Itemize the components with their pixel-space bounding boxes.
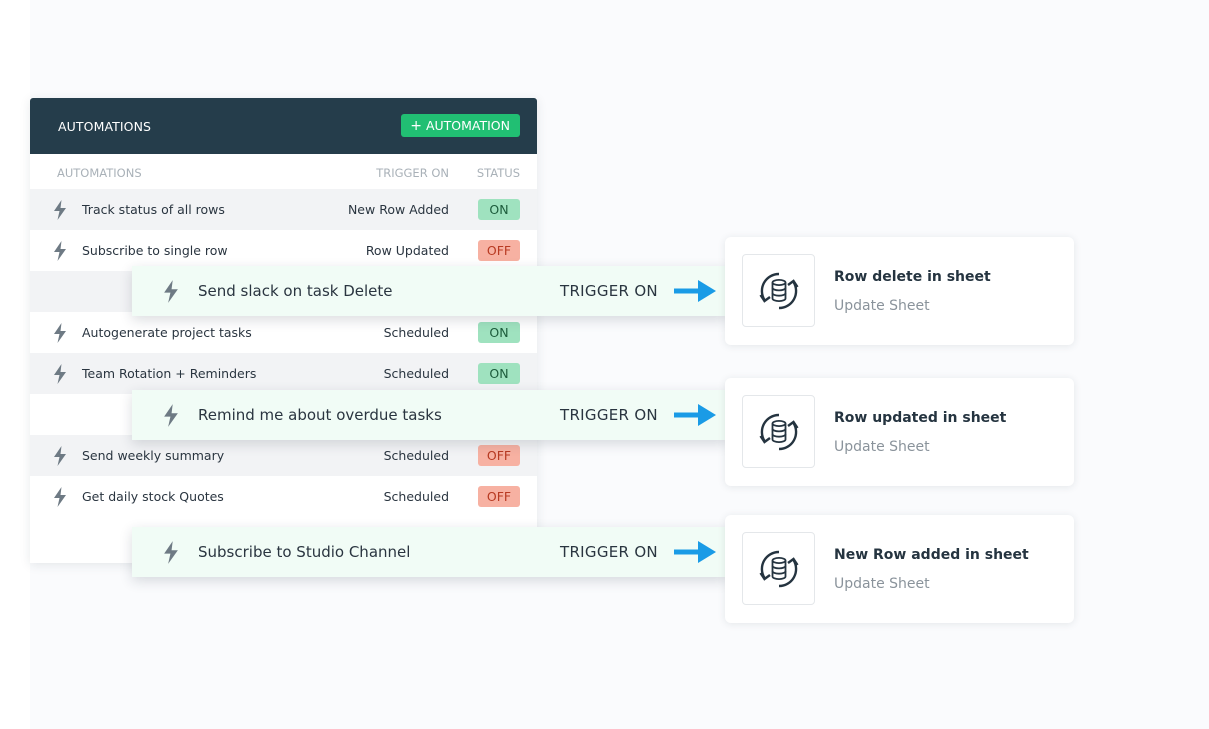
status-toggle[interactable]: ON: [478, 363, 520, 384]
card-title: New Row added in sheet: [834, 547, 1029, 563]
add-automation-button[interactable]: + AUTOMATION: [401, 114, 520, 137]
bolt-icon: [54, 364, 66, 384]
bolt-icon: [164, 280, 178, 303]
automation-trigger: Scheduled: [383, 489, 449, 504]
table-row[interactable]: Team Rotation + Reminders Scheduled ON: [30, 353, 537, 394]
arrow-right-icon: [674, 541, 716, 563]
highlighted-automation-row[interactable]: Subscribe to Studio Channel TRIGGER ON: [132, 527, 728, 577]
status-toggle[interactable]: ON: [478, 322, 520, 343]
status-toggle[interactable]: OFF: [478, 445, 520, 466]
bolt-icon: [54, 241, 66, 261]
plus-icon: +: [410, 117, 422, 134]
table-row[interactable]: Send weekly summary Scheduled OFF: [30, 435, 537, 476]
automation-trigger: Scheduled: [383, 448, 449, 463]
action-card[interactable]: New Row added in sheet Update Sheet: [725, 515, 1074, 623]
automation-name: Subscribe to single row: [82, 243, 228, 258]
bolt-icon: [54, 200, 66, 220]
card-subtitle: Update Sheet: [834, 576, 930, 592]
icon-box: [742, 395, 815, 468]
card-title: Row updated in sheet: [834, 410, 1007, 426]
column-header-trigger: TRIGGER ON: [376, 166, 449, 180]
card-subtitle: Update Sheet: [834, 298, 930, 314]
card-subtitle: Update Sheet: [834, 439, 930, 455]
database-sync-icon: [759, 272, 799, 310]
database-sync-icon: [759, 413, 799, 451]
table-row[interactable]: Track status of all rows New Row Added O…: [30, 189, 537, 230]
action-card[interactable]: Row updated in sheet Update Sheet: [725, 378, 1074, 486]
trigger-label: TRIGGER ON: [560, 406, 658, 424]
table-row[interactable]: Autogenerate project tasks Scheduled ON: [30, 312, 537, 353]
automation-name: Remind me about overdue tasks: [198, 406, 442, 424]
action-card[interactable]: Row delete in sheet Update Sheet: [725, 237, 1074, 345]
trigger-label: TRIGGER ON: [560, 282, 658, 300]
automation-trigger: New Row Added: [347, 202, 449, 217]
bolt-icon: [164, 404, 178, 427]
database-sync-icon: [759, 550, 799, 588]
table-row[interactable]: Subscribe to single row Row Updated OFF: [30, 230, 537, 271]
highlighted-automation-row[interactable]: Send slack on task Delete TRIGGER ON: [132, 266, 728, 316]
bolt-icon: [54, 487, 66, 507]
automation-trigger: Scheduled: [383, 366, 449, 381]
panel-header: AUTOMATIONS + AUTOMATION: [30, 98, 537, 154]
automation-trigger: Row Updated: [365, 243, 449, 258]
bolt-icon: [54, 323, 66, 343]
automation-name: Autogenerate project tasks: [82, 325, 252, 340]
bolt-icon: [54, 446, 66, 466]
bolt-icon: [164, 541, 178, 564]
add-automation-label: AUTOMATION: [425, 118, 510, 133]
automation-name: Subscribe to Studio Channel: [198, 543, 411, 561]
automation-name: Get daily stock Quotes: [82, 489, 224, 504]
status-toggle[interactable]: OFF: [478, 486, 520, 507]
column-header-automations: AUTOMATIONS: [57, 166, 142, 180]
automation-name: Team Rotation + Reminders: [82, 366, 257, 381]
icon-box: [742, 254, 815, 327]
table-row[interactable]: Get daily stock Quotes Scheduled OFF: [30, 476, 537, 517]
highlighted-automation-row[interactable]: Remind me about overdue tasks TRIGGER ON: [132, 390, 728, 440]
column-header-status: STATUS: [476, 166, 520, 180]
panel-title: AUTOMATIONS: [58, 119, 152, 134]
automation-name: Track status of all rows: [82, 202, 225, 217]
automation-name: Send weekly summary: [82, 448, 225, 463]
status-toggle[interactable]: OFF: [478, 240, 520, 261]
trigger-label: TRIGGER ON: [560, 543, 658, 561]
automations-panel: AUTOMATIONS + AUTOMATION AUTOMATIONS TRI…: [30, 98, 537, 563]
status-toggle[interactable]: ON: [478, 199, 520, 220]
automation-trigger: Scheduled: [383, 325, 449, 340]
arrow-right-icon: [674, 404, 716, 426]
arrow-right-icon: [674, 280, 716, 302]
card-title: Row delete in sheet: [834, 269, 991, 285]
icon-box: [742, 532, 815, 605]
automation-name: Send slack on task Delete: [198, 282, 393, 300]
